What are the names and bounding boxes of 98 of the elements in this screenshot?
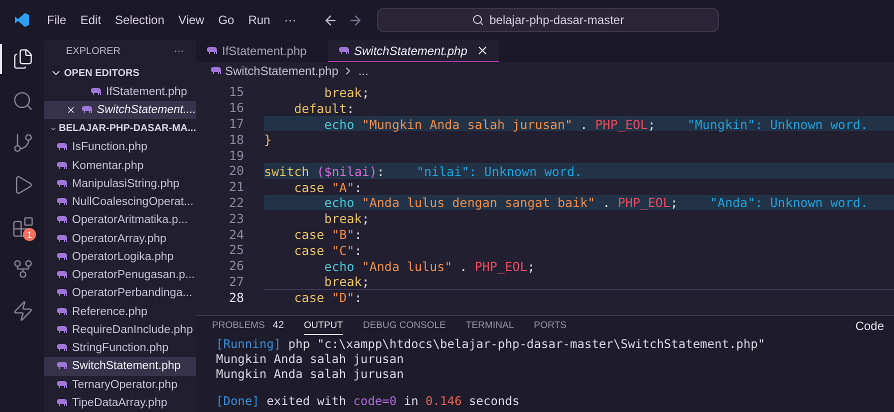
line-number: 25 <box>228 242 244 258</box>
panel-tab[interactable]: PORTS <box>534 317 566 335</box>
elephant-icon <box>80 106 92 114</box>
notification-badge: 1 <box>23 228 36 241</box>
menu-entry[interactable]: File <box>42 10 72 30</box>
tree-row[interactable]: SwitchStatement.... <box>44 101 196 120</box>
tree-row[interactable]: SwitchStatement.php <box>44 357 196 376</box>
menu-entry[interactable]: View <box>173 10 210 30</box>
search-icon <box>12 90 34 112</box>
code-line: case "A": <box>293 178 363 195</box>
elephant-icon <box>56 162 67 170</box>
close-icon[interactable] <box>476 44 490 57</box>
tree-row[interactable]: OperatorLogika.php <box>44 248 196 266</box>
line-number: 22 <box>228 194 244 210</box>
elephant-icon <box>56 216 67 224</box>
menu-entry[interactable]: Run <box>243 10 276 30</box>
elephant-icon <box>56 344 67 352</box>
code-line: default: <box>293 100 356 116</box>
elephant-icon <box>56 362 67 370</box>
elephant-icon <box>56 398 67 407</box>
line-number: 15 <box>228 84 244 100</box>
tree-row[interactable]: OperatorPenugasan.p... <box>44 266 196 284</box>
code-line: break; <box>323 274 370 290</box>
tree-row[interactable]: IfStatement.php <box>44 82 196 102</box>
tree-row[interactable]: RequireDanInclude.php <box>44 320 196 340</box>
elephant-icon <box>56 143 67 152</box>
panel-tab[interactable]: OUTPUT <box>304 317 343 335</box>
panel-tab[interactable]: PROBLEMS 42 <box>212 317 284 335</box>
elephant-icon <box>90 88 101 96</box>
tree-row[interactable]: NullCoalescingOperat... <box>44 193 196 212</box>
tree-row[interactable]: IsFunction.php <box>44 138 196 157</box>
line-number: 23 <box>228 210 244 226</box>
code-line: break; <box>323 84 370 100</box>
branch-icon <box>12 132 34 154</box>
section-header[interactable]: OPEN EDITORS <box>44 64 196 83</box>
forward-arrow-icon[interactable] <box>348 12 364 28</box>
output-channel-select[interactable]: Code <box>855 319 884 333</box>
tree-row[interactable]: OperatorArray.php <box>44 230 196 248</box>
elephant-icon <box>56 180 67 188</box>
output-line: Mungkin Anda salah jurusan <box>216 366 405 381</box>
more-actions-button[interactable]: ··· <box>174 46 184 58</box>
code-line: } <box>264 131 273 148</box>
menu-entry[interactable]: Selection <box>110 10 170 30</box>
tree-row[interactable]: Reference.php <box>44 302 196 321</box>
editor-tab[interactable]: SwitchStatement.php <box>328 40 500 62</box>
elephant-icon <box>56 271 67 280</box>
line-number: 20 <box>228 163 244 178</box>
elephant-icon <box>56 198 67 206</box>
lightning-icon <box>12 300 34 322</box>
menu-entry[interactable]: Edit <box>75 10 106 30</box>
elephant-icon <box>56 252 67 261</box>
line-number: 19 <box>228 148 244 163</box>
code-line: case "B": <box>293 226 363 242</box>
line-number: 21 <box>228 179 244 194</box>
elephant-icon <box>338 46 349 54</box>
code-line: echo "Anda lulus" . PHP_EOL; <box>323 258 536 274</box>
panel-tab[interactable]: TERMINAL <box>466 317 514 335</box>
panel-tab[interactable]: DEBUG CONSOLE <box>362 317 446 335</box>
editor-tab[interactable]: IfStatement.php <box>196 40 328 62</box>
code-line: case "D": <box>264 289 894 306</box>
elephant-icon <box>56 326 67 334</box>
line-number: 17 <box>228 116 244 131</box>
app-logo-icon <box>14 12 30 28</box>
search-field[interactable]: belajar-php-dasar-master <box>377 8 720 32</box>
explorer-title: EXPLORER <box>66 46 120 58</box>
blocks-icon <box>12 216 34 238</box>
tree-row[interactable]: StringFunction.php <box>44 339 196 358</box>
line-number: 18 <box>228 132 244 147</box>
breadcrumb-file[interactable]: SwitchStatement.php <box>225 64 338 78</box>
tree-row[interactable]: OperatorAritmatika.p... <box>44 211 196 230</box>
tree-row[interactable]: Komentar.php <box>44 156 196 175</box>
tree-row[interactable]: OperatorPerbandinga... <box>44 284 196 303</box>
elephant-icon <box>56 308 67 316</box>
files-icon <box>12 48 34 70</box>
tree-row[interactable]: TipeDataArray.php <box>44 394 196 412</box>
elephant-icon <box>56 380 67 389</box>
elephant-icon <box>56 289 67 298</box>
menu-entry[interactable]: ··· <box>279 10 302 30</box>
output-line: [Running] php "c:\xampp\htdocs\belajar-php-dasar-master\SwitchStatement.php" <box>216 336 766 351</box>
fork-icon <box>12 258 34 280</box>
elephant-icon <box>210 67 221 75</box>
section-header[interactable]: BELAJAR-PHP-DASAR-MA... <box>44 119 196 138</box>
tree-row[interactable]: TernaryOperator.php <box>44 376 196 394</box>
line-number: 16 <box>228 100 244 116</box>
menu-entry[interactable]: Go <box>213 10 240 30</box>
line-number: 27 <box>228 274 244 289</box>
line-number: 28 <box>228 290 244 305</box>
breadcrumb-more[interactable]: ... <box>358 64 368 78</box>
code-line: break; <box>323 210 370 226</box>
search-icon <box>472 14 484 26</box>
tree-row[interactable]: ManipulasiString.php <box>44 174 196 194</box>
elephant-icon <box>56 234 67 243</box>
line-number: 24 <box>228 226 244 242</box>
code-line: case "C": <box>293 242 363 258</box>
output-line: Mungkin Anda salah jurusan <box>216 351 405 366</box>
elephant-icon <box>206 46 217 54</box>
output-line: [Done] exited with code=0 in 0.146 seconds <box>216 393 520 408</box>
line-number: 26 <box>228 258 244 274</box>
